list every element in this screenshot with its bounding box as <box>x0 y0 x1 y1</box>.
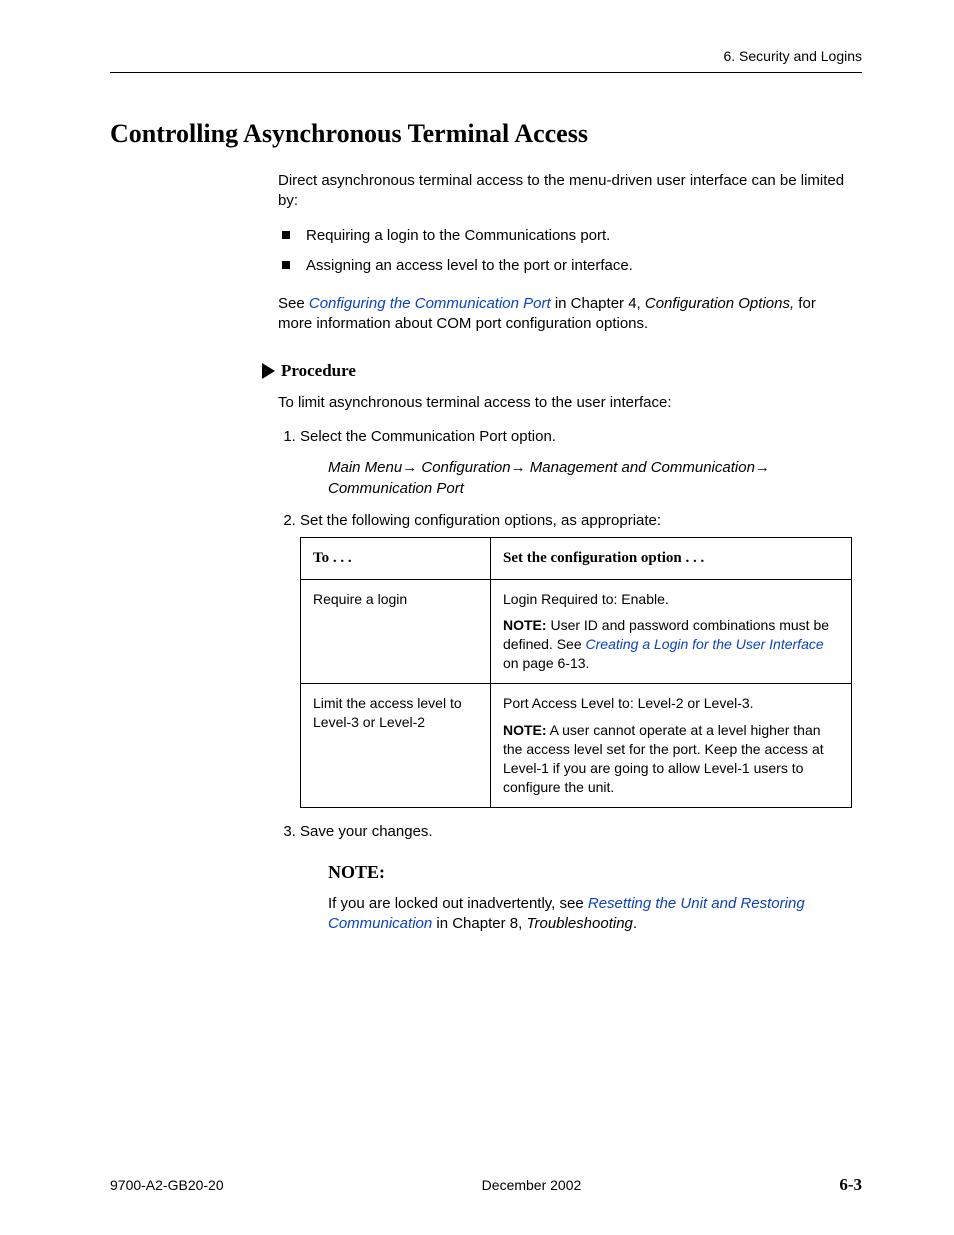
note-chapter: Troubleshooting <box>526 915 632 932</box>
intro-paragraph: Direct asynchronous terminal access to t… <box>278 171 852 212</box>
see-paragraph: See Configuring the Communication Port i… <box>278 294 852 335</box>
section-title: Controlling Asynchronous Terminal Access <box>110 119 862 149</box>
page-footer: 9700-A2-GB20-20 December 2002 6-3 <box>110 1175 862 1195</box>
footer-doc-id: 9700-A2-GB20-20 <box>110 1177 224 1193</box>
procedure-body: To limit asynchronous terminal access to… <box>278 393 852 935</box>
header-rule <box>110 72 862 73</box>
bullet-item: Assigning an access level to the port or… <box>278 256 852 276</box>
note-pre: If you are locked out inadvertently, see <box>328 895 588 912</box>
path-seg: Management and Communication <box>530 459 755 476</box>
footer-page-number: 6-3 <box>839 1175 862 1195</box>
arrow-icon: → <box>402 459 417 476</box>
step-3: Save your changes. NOTE: If you are lock… <box>300 822 852 935</box>
note-text: A user cannot operate at a level higher … <box>503 722 824 795</box>
step-2-text: Set the following configuration options,… <box>300 512 661 529</box>
procedure-intro: To limit asynchronous terminal access to… <box>278 393 852 413</box>
note-label: NOTE: <box>503 617 547 633</box>
note-mid: in Chapter 8, <box>432 915 526 932</box>
procedure-label: Procedure <box>281 361 356 381</box>
path-seg: Main Menu <box>328 459 402 476</box>
note-post: . <box>633 915 637 932</box>
link-creating-login[interactable]: Creating a Login for the User Interface <box>586 636 824 652</box>
table-header-row: To . . . Set the configuration option . … <box>301 538 852 579</box>
table-row: Require a login Login Required to: Enabl… <box>301 579 852 684</box>
triangle-icon <box>262 363 275 379</box>
footer-date: December 2002 <box>482 1177 582 1193</box>
bullet-list: Requiring a login to the Communications … <box>278 226 852 277</box>
note-post: on page 6-13. <box>503 655 589 671</box>
step-1: Select the Communication Port option. Ma… <box>300 427 852 499</box>
step-1-text: Select the Communication Port option. <box>300 428 556 445</box>
see-chapter: Configuration Options, <box>645 295 794 312</box>
table-cell: Login Required to: Enable. NOTE: User ID… <box>491 579 852 684</box>
cell-line: Port Access Level to: Level-2 or Level-3… <box>503 694 839 713</box>
arrow-icon: → <box>511 459 526 476</box>
path-seg: Configuration <box>421 459 510 476</box>
note-block: NOTE: If you are locked out inadvertentl… <box>328 860 852 935</box>
cell-note: NOTE: User ID and password combinations … <box>503 616 839 673</box>
table-row: Limit the access level to Level-3 or Lev… <box>301 684 852 807</box>
table-cell: Require a login <box>301 579 491 684</box>
path-seg: Communication Port <box>328 480 464 497</box>
options-table: To . . . Set the configuration option . … <box>300 537 852 807</box>
note-paragraph: If you are locked out inadvertently, see… <box>328 894 852 935</box>
menu-path: Main Menu→ Configuration→ Management and… <box>328 457 852 499</box>
step-2: Set the following configuration options,… <box>300 511 852 808</box>
table-cell: Port Access Level to: Level-2 or Level-3… <box>491 684 852 807</box>
table-header: Set the configuration option . . . <box>491 538 852 579</box>
table-cell: Limit the access level to Level-3 or Lev… <box>301 684 491 807</box>
cell-line: Login Required to: Enable. <box>503 590 839 609</box>
see-mid: in Chapter 4, <box>551 295 645 312</box>
procedure-heading: Procedure <box>262 361 862 381</box>
note-label: NOTE: <box>503 722 547 738</box>
steps-list: Select the Communication Port option. Ma… <box>278 427 852 935</box>
see-pre: See <box>278 295 309 312</box>
step-3-text: Save your changes. <box>300 823 433 840</box>
body-content: Direct asynchronous terminal access to t… <box>278 171 852 335</box>
header-chapter: 6. Security and Logins <box>110 48 862 72</box>
arrow-icon: → <box>755 459 770 476</box>
page: 6. Security and Logins Controlling Async… <box>0 0 954 1235</box>
bullet-item: Requiring a login to the Communications … <box>278 226 852 246</box>
table-header: To . . . <box>301 538 491 579</box>
link-config-comm-port[interactable]: Configuring the Communication Port <box>309 295 551 312</box>
cell-note: NOTE: A user cannot operate at a level h… <box>503 721 839 797</box>
note-heading: NOTE: <box>328 860 852 884</box>
